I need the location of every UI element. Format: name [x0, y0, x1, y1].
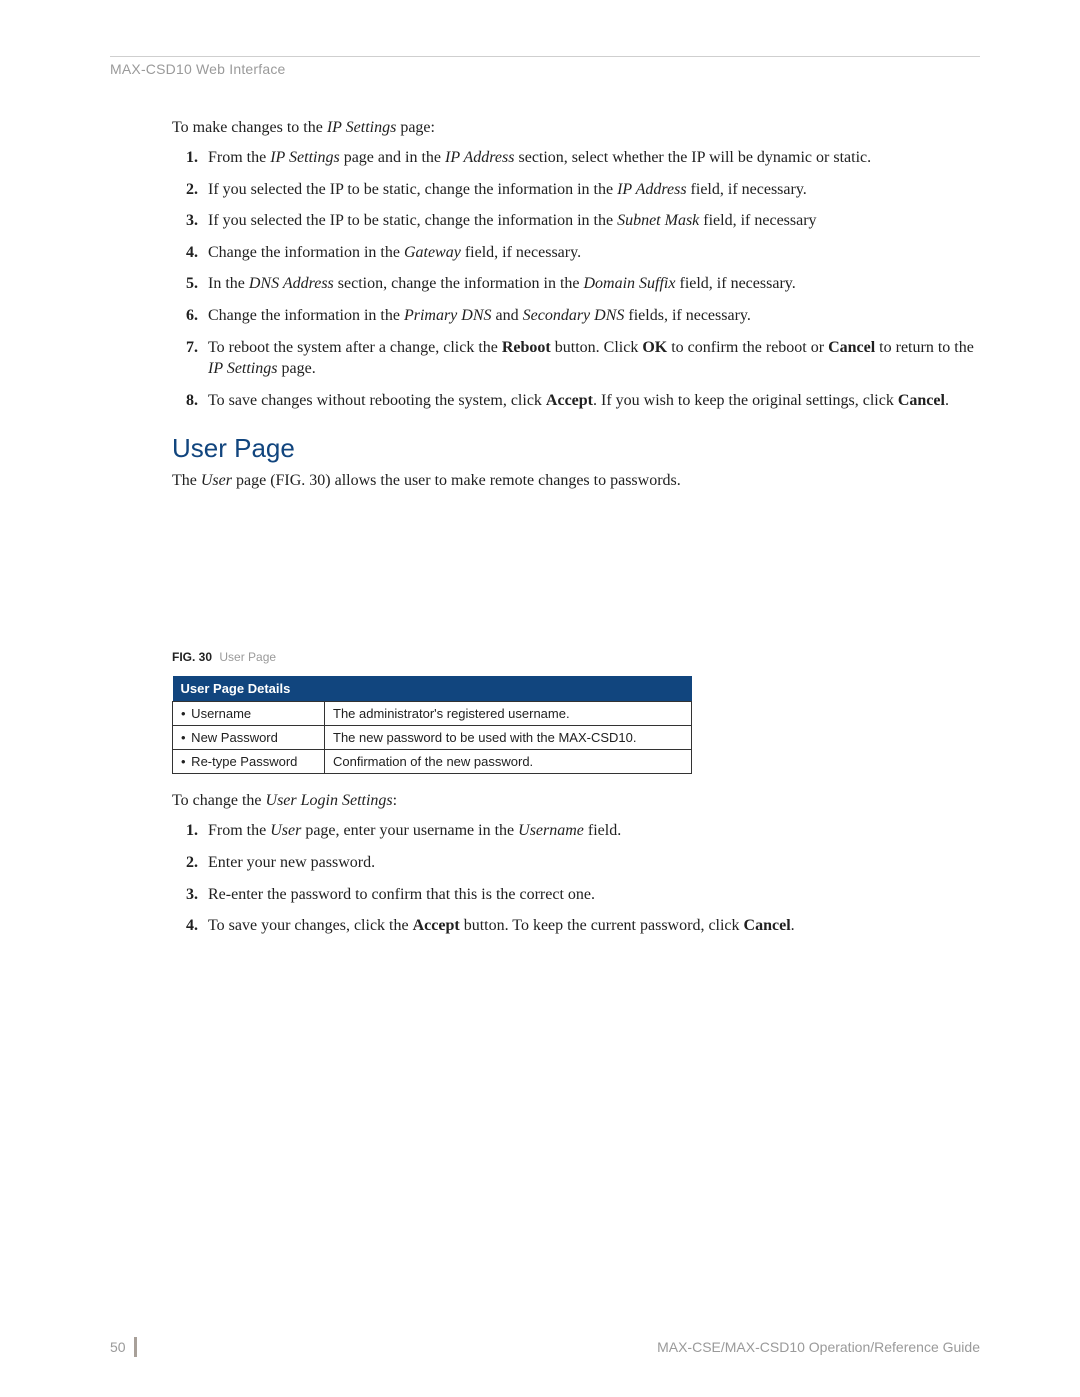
page-footer: 50 MAX-CSE/MAX-CSD10 Operation/Reference… — [110, 1337, 980, 1357]
list-item: To save your changes, click the Accept b… — [202, 915, 980, 937]
figure-30-placeholder — [172, 500, 980, 650]
list-item: To save changes without rebooting the sy… — [202, 390, 980, 412]
footer-guide-title: MAX-CSE/MAX-CSD10 Operation/Reference Gu… — [657, 1339, 980, 1355]
intro-line-1: To make changes to the IP Settings page: — [172, 119, 980, 137]
header-breadcrumb: MAX-CSD10 Web Interface — [110, 61, 286, 77]
user-page-intro: The User page (FIG. 30) allows the user … — [172, 472, 980, 490]
table-row: • Re-type PasswordConfirmation of the ne… — [173, 750, 692, 774]
page-header: MAX-CSD10 Web Interface — [110, 56, 980, 79]
figure-label: FIG. 30 — [172, 650, 212, 664]
figure-caption: FIG. 30 User Page — [172, 650, 980, 664]
list-item: Change the information in the Primary DN… — [202, 305, 980, 327]
table-row: • New PasswordThe new password to be use… — [173, 726, 692, 750]
list-item: In the DNS Address section, change the i… — [202, 273, 980, 295]
document-page: MAX-CSD10 Web Interface To make changes … — [0, 0, 1080, 1397]
steps-list-1: From the IP Settings page and in the IP … — [172, 147, 980, 411]
page-body: To make changes to the IP Settings page:… — [172, 119, 980, 937]
footer-divider — [134, 1337, 137, 1357]
list-item: Re-enter the password to confirm that th… — [202, 884, 980, 906]
list-item: If you selected the IP to be static, cha… — [202, 210, 980, 232]
user-page-details-table: User Page Details • UsernameThe administ… — [172, 676, 692, 774]
table-cell-desc: Confirmation of the new password. — [325, 750, 692, 774]
list-item: From the User page, enter your username … — [202, 820, 980, 842]
table-body: • UsernameThe administrator's registered… — [173, 702, 692, 774]
table-cell-desc: The administrator's registered username. — [325, 702, 692, 726]
table-cell-key: • Username — [173, 702, 325, 726]
figure-title: User Page — [219, 650, 276, 664]
table-cell-desc: The new password to be used with the MAX… — [325, 726, 692, 750]
page-number: 50 — [110, 1339, 126, 1355]
intro-line-2: To change the User Login Settings: — [172, 792, 980, 810]
table-cell-key: • New Password — [173, 726, 325, 750]
table-header: User Page Details — [173, 676, 692, 702]
section-heading-user-page: User Page — [172, 433, 980, 464]
table-cell-key: • Re-type Password — [173, 750, 325, 774]
steps-list-2: From the User page, enter your username … — [172, 820, 980, 936]
table-row: • UsernameThe administrator's registered… — [173, 702, 692, 726]
list-item: Change the information in the Gateway fi… — [202, 242, 980, 264]
list-item: Enter your new password. — [202, 852, 980, 874]
list-item: If you selected the IP to be static, cha… — [202, 179, 980, 201]
list-item: From the IP Settings page and in the IP … — [202, 147, 980, 169]
list-item: To reboot the system after a change, cli… — [202, 337, 980, 380]
